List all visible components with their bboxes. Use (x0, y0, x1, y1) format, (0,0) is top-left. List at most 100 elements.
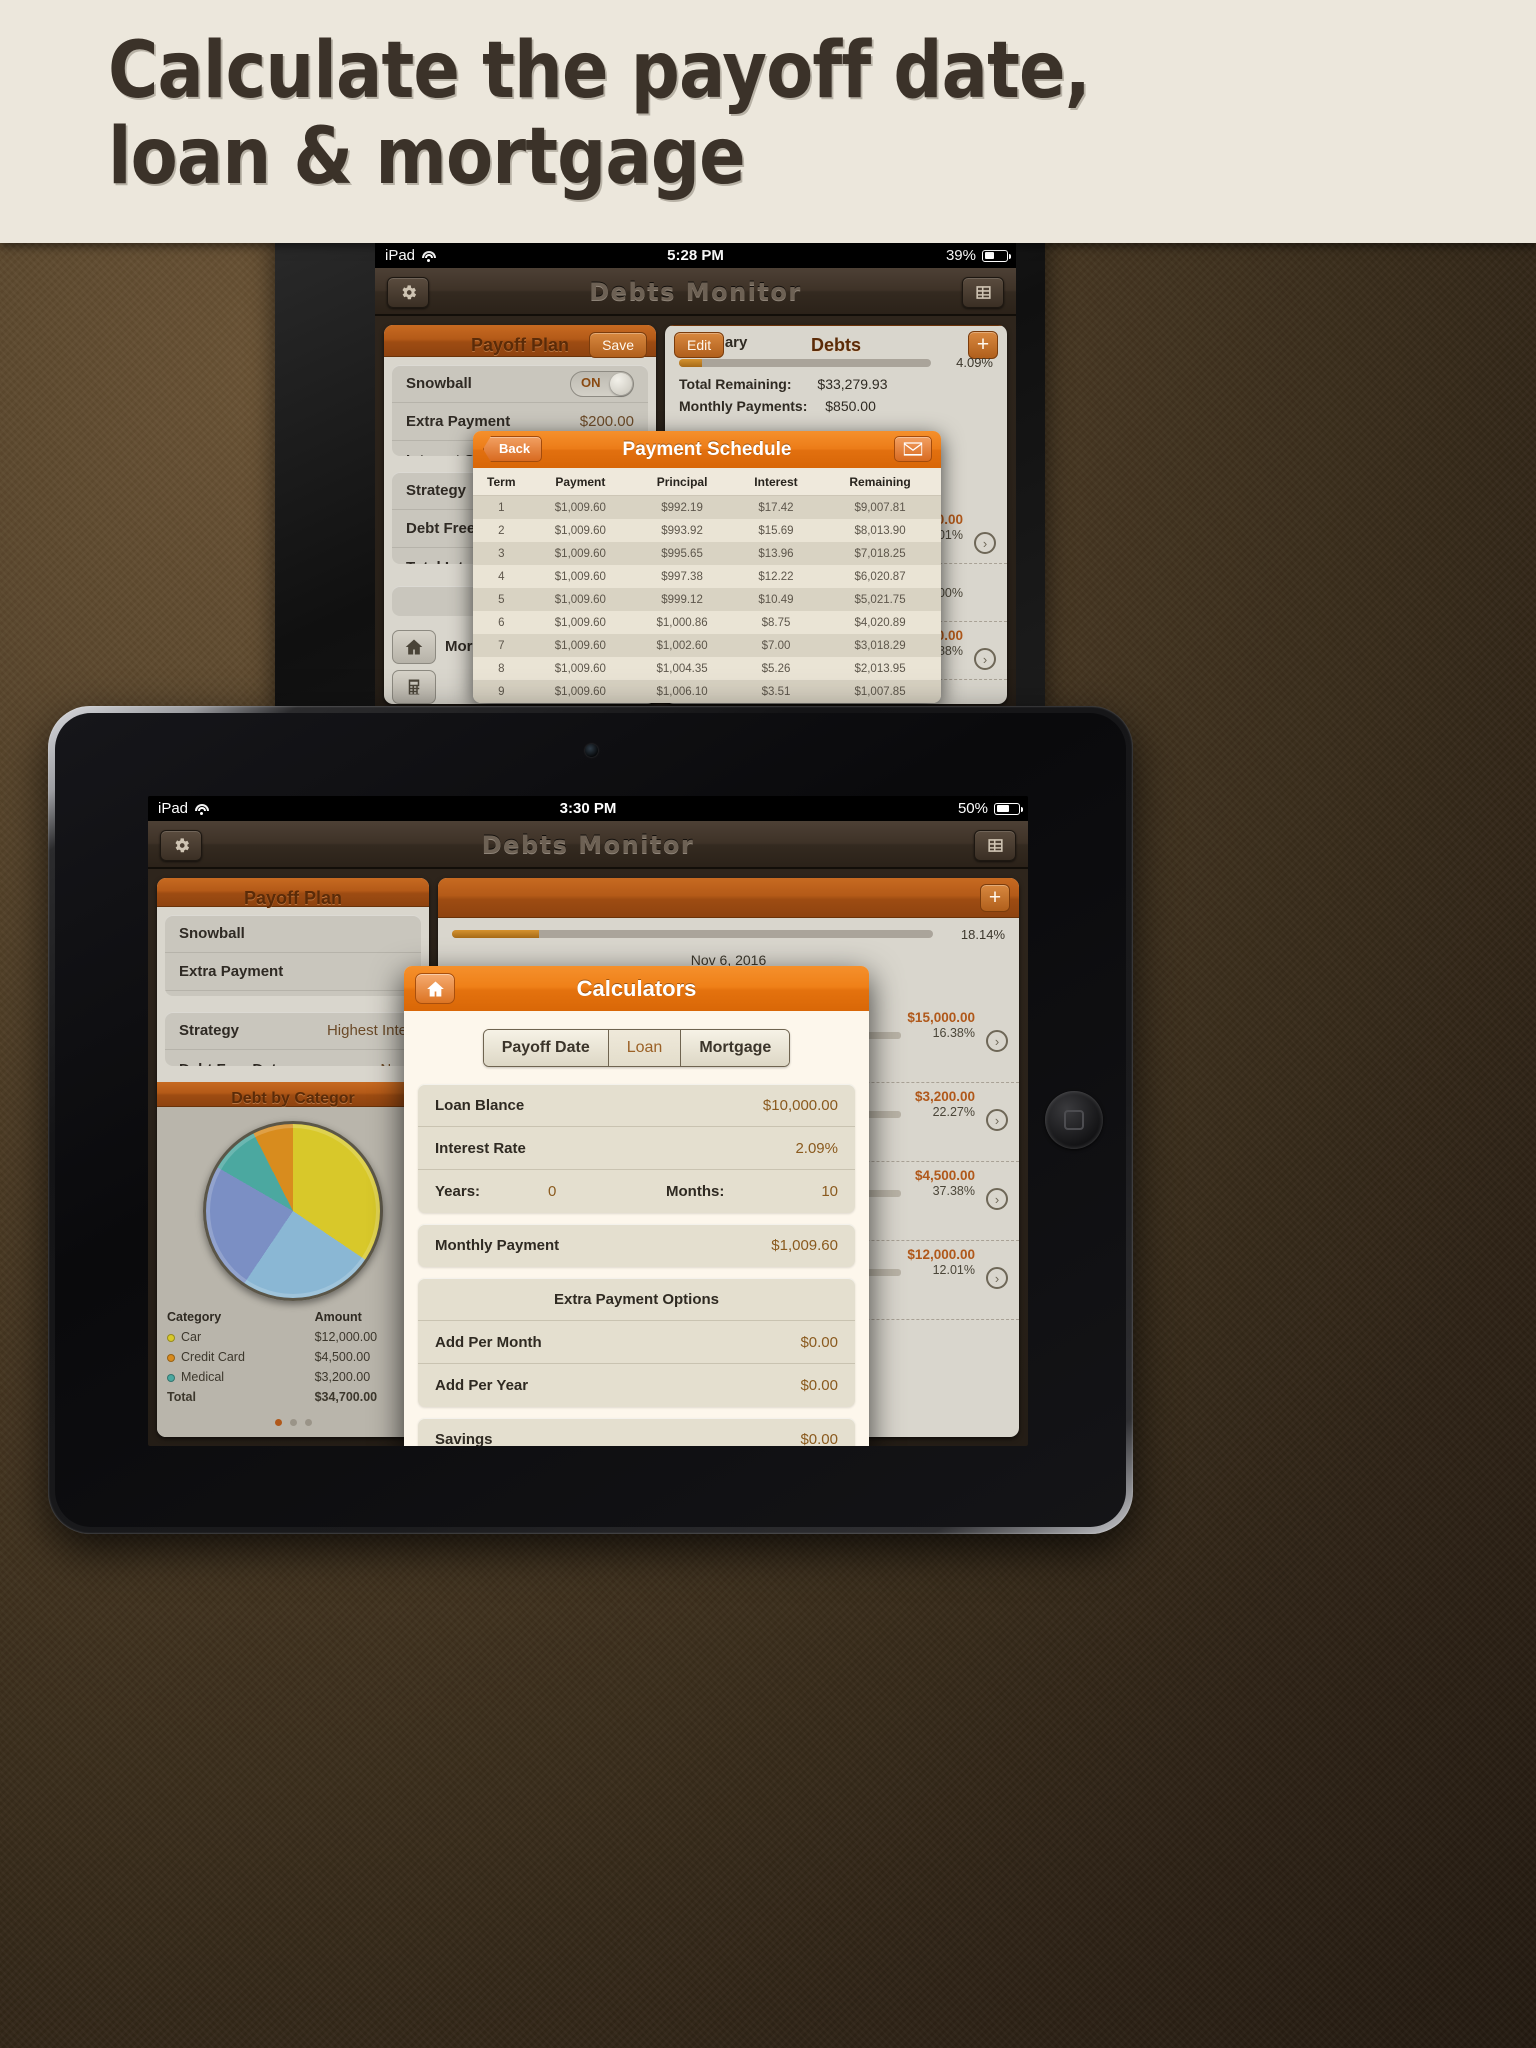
table-row[interactable]: 4 $1,009.60 $997.38 $12.22 $6,020.87 (473, 565, 941, 588)
legend-color-swatch (167, 1373, 175, 1382)
payment-schedule-table: Term Payment Principal Interest Remaining 1 $… (473, 468, 941, 703)
table-grid-icon[interactable] (962, 277, 1004, 308)
table-cell: $1,000.86 (656, 616, 708, 629)
add-debt-button[interactable]: + (980, 884, 1010, 912)
row-label: Strategy (179, 1022, 240, 1040)
table-grid-icon[interactable] (974, 830, 1016, 861)
table-cell: $5,021.75 (854, 593, 906, 606)
row-label: Extra Payment (406, 413, 511, 431)
table-row[interactable]: 2 $1,009.60 $993.92 $15.69 $8,013.90 (473, 519, 941, 542)
row-debt-free-date[interactable]: Debt Free Date Nov (165, 1050, 421, 1067)
row-value: Nov (380, 1061, 407, 1067)
battery-icon (982, 249, 1011, 262)
summary-progress (679, 359, 931, 367)
monthly-payment-value: $1,009.60 (771, 1237, 838, 1254)
envelope-icon[interactable] (894, 436, 932, 462)
table-row[interactable]: 6 $1,009.60 $1,000.86 $8.75 $4,020.89 (473, 611, 941, 634)
table-cell: $10.49 (758, 593, 794, 606)
table-row[interactable]: 7 $1,009.60 $1,002.60 $7.00 $3,018.29 (473, 634, 941, 657)
calculators-header: Calculators (404, 966, 869, 1011)
home-icon[interactable] (392, 630, 436, 665)
table-cell: $9,007.81 (854, 501, 906, 514)
table-row[interactable]: 9 $1,009.60 $1,006.10 $3.51 $1,007.85 (473, 680, 941, 703)
chevron-right-icon[interactable]: › (974, 532, 996, 554)
table-cell: $997.38 (661, 570, 703, 583)
table-cell: $992.19 (661, 501, 703, 514)
chevron-right-icon[interactable]: › (986, 1267, 1008, 1289)
table-cell: $1,009.60 (554, 685, 606, 698)
row-value: Highest Inte (326, 1022, 407, 1040)
chevron-right-icon[interactable]: › (986, 1188, 1008, 1210)
payoff-plan-header: Payoff Plan Save (384, 325, 656, 358)
tab-loan[interactable]: Loan (608, 1030, 682, 1066)
row-snowball[interactable]: Snowball (165, 915, 421, 953)
calculator-icon[interactable] (392, 670, 436, 704)
row-interest-saved[interactable]: Interest Saved $ (165, 991, 421, 996)
front-camera-icon (584, 744, 598, 757)
row-add-per-month[interactable]: Add Per Month $0.00 (418, 1321, 855, 1364)
chevron-right-icon[interactable]: › (986, 1109, 1008, 1131)
table-cell: $5.26 (761, 662, 791, 675)
interest-rate-value[interactable]: 2.09% (795, 1140, 838, 1157)
row-snowball[interactable]: Snowball ON (392, 365, 648, 404)
debt-percent: 37.38% (932, 1184, 975, 1198)
table-cell: $8.75 (761, 616, 791, 629)
row-label: Snowball (406, 375, 472, 393)
row-label: Savings (435, 1431, 493, 1446)
category-cell: Car (157, 1327, 305, 1347)
debt-percent: 12.01% (932, 1263, 975, 1277)
table-cell: $1,007.85 (854, 685, 906, 698)
table-row[interactable]: 5 $1,009.60 $999.12 $10.49 $5,021.75 (473, 588, 941, 611)
tab-mortgage[interactable]: Mortgage (681, 1030, 790, 1066)
table-cell: 1 (498, 501, 505, 514)
chevron-right-icon[interactable]: › (986, 1030, 1008, 1052)
page-dots[interactable] (157, 1407, 429, 1437)
table-row[interactable]: 1 $1,009.60 $992.19 $17.42 $9,007.81 (473, 495, 941, 519)
snowball-toggle[interactable]: ON (570, 370, 634, 397)
debt-percent: 16.38% (932, 1026, 975, 1040)
table-cell: $999.12 (661, 593, 703, 606)
add-per-year-value[interactable]: $0.00 (800, 1377, 838, 1394)
debts-panel-header: Edit Debts + (665, 325, 1007, 359)
row-label: Strategy (406, 482, 467, 500)
row-interest-rate[interactable]: Interest Rate 2.09% (418, 1127, 855, 1170)
save-button[interactable]: Save (589, 332, 647, 358)
row-value: $850.00 (825, 398, 876, 414)
table-cell: $4,020.89 (854, 616, 906, 629)
segmented-control[interactable]: Payoff Date Loan Mortgage (482, 1029, 791, 1067)
col-term: Term (473, 468, 530, 496)
extra-payment-group: Extra Payment Options Add Per Month $0.0… (418, 1278, 855, 1407)
table-cell: $1,006.10 (656, 685, 708, 698)
years-label: Years: (435, 1183, 481, 1200)
bottom-ipad-device: iPad 3:30 PM 50% Debts Monitor Payoff Pl (48, 706, 1133, 1534)
extra-payment-options-title: Extra Payment Options (418, 1278, 855, 1321)
add-per-month-value[interactable]: $0.00 (800, 1334, 838, 1351)
calculators-title: Calculators (576, 976, 697, 1001)
table-row[interactable]: 3 $1,009.60 $995.65 $13.96 $7,018.25 (473, 542, 941, 565)
row-strategy[interactable]: Strategy Highest Inte (165, 1012, 421, 1051)
col-payment: Payment (529, 468, 632, 496)
years-value[interactable]: 0 (548, 1183, 556, 1200)
tab-payoff-date[interactable]: Payoff Date (483, 1030, 609, 1066)
legend-color-swatch (167, 1353, 175, 1362)
home-button[interactable] (1045, 1091, 1103, 1149)
payoff-rows-group-2: Strategy Highest Inte Debt Free Date Nov (165, 1012, 421, 1067)
chevron-right-icon[interactable]: › (974, 648, 996, 670)
total-label: Total (167, 1389, 196, 1404)
loan-inputs-group: Loan Blance $10,000.00 Interest Rate 2.0… (418, 1084, 855, 1213)
row-label: Add Per Month (435, 1333, 542, 1351)
row-term[interactable]: Years: 0 Months: 10 (418, 1170, 855, 1213)
table-row[interactable]: 8 $1,009.60 $1,004.35 $5.26 $2,013.95 (473, 657, 941, 680)
table-cell: $995.65 (661, 547, 703, 560)
table-cell: $17.42 (758, 501, 794, 514)
table-cell: $1,009.60 (554, 524, 606, 537)
table-cell: $1,009.60 (554, 662, 606, 675)
months-label: Months: (666, 1183, 725, 1200)
row-add-per-year[interactable]: Add Per Year $0.00 (418, 1364, 855, 1407)
payoff-plan-panel: Payoff Plan Snowball Extra Payment Inter… (157, 878, 429, 1437)
months-value[interactable]: 10 (821, 1183, 838, 1200)
row-loan-balance[interactable]: Loan Blance $10,000.00 (418, 1084, 855, 1127)
loan-balance-value[interactable]: $10,000.00 (763, 1097, 838, 1114)
row-extra-payment[interactable]: Extra Payment (165, 953, 421, 991)
battery-percent-label: 39% (945, 247, 976, 264)
